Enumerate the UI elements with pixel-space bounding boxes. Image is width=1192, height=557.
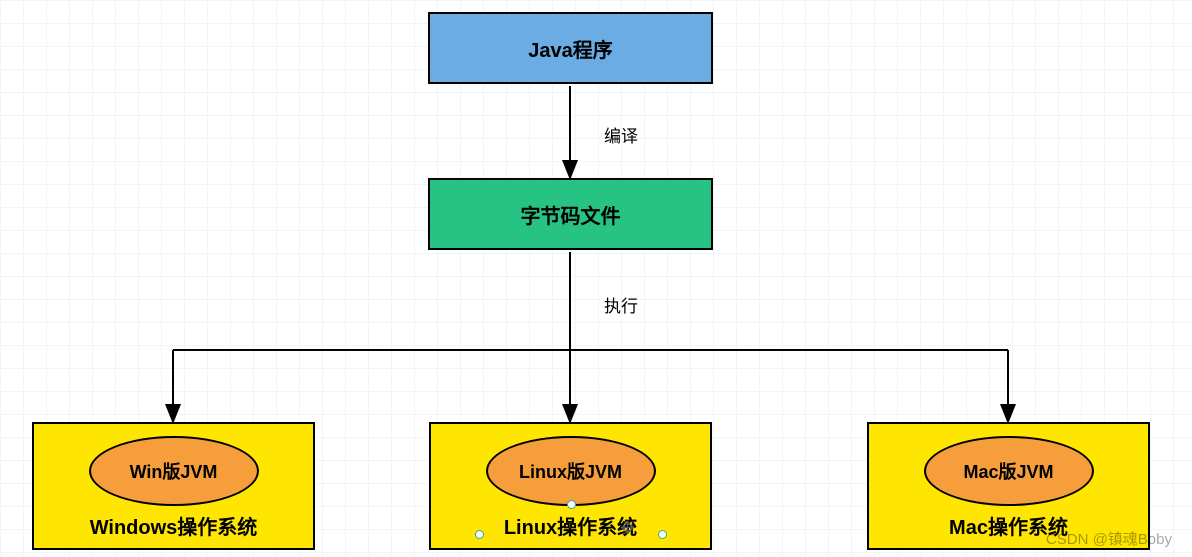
- java-program-label: Java程序: [528, 34, 613, 63]
- jvm-windows-ellipse: Win版JVM: [89, 436, 259, 506]
- bytecode-label: 字节码文件: [521, 200, 621, 229]
- jvm-linux-label: Linux版JVM: [519, 458, 622, 484]
- os-linux-label: Linux操作系统: [431, 511, 710, 540]
- jvm-mac-ellipse: Mac版JVM: [924, 436, 1094, 506]
- platform-windows-box: Win版JVM Windows操作系统: [32, 422, 315, 550]
- selection-handle-right[interactable]: [658, 530, 667, 539]
- edge-compile-label: 编译: [604, 122, 638, 147]
- jvm-mac-label: Mac版JVM: [963, 458, 1053, 484]
- bytecode-box: 字节码文件: [428, 178, 713, 250]
- jvm-windows-label: Win版JVM: [130, 458, 218, 484]
- java-program-box: Java程序: [428, 12, 713, 84]
- os-windows-label: Windows操作系统: [34, 511, 313, 540]
- watermark-text: CSDN @镇魂Boby: [1046, 528, 1172, 549]
- edge-execute-label: 执行: [604, 292, 638, 317]
- platform-linux-box[interactable]: Linux版JVM Linux操作系统: [429, 422, 712, 550]
- selection-handle-bottom[interactable]: [567, 500, 576, 509]
- selection-handle-left[interactable]: [475, 530, 484, 539]
- jvm-linux-ellipse: Linux版JVM: [486, 436, 656, 506]
- rotate-handle-icon[interactable]: ✥: [620, 518, 635, 539]
